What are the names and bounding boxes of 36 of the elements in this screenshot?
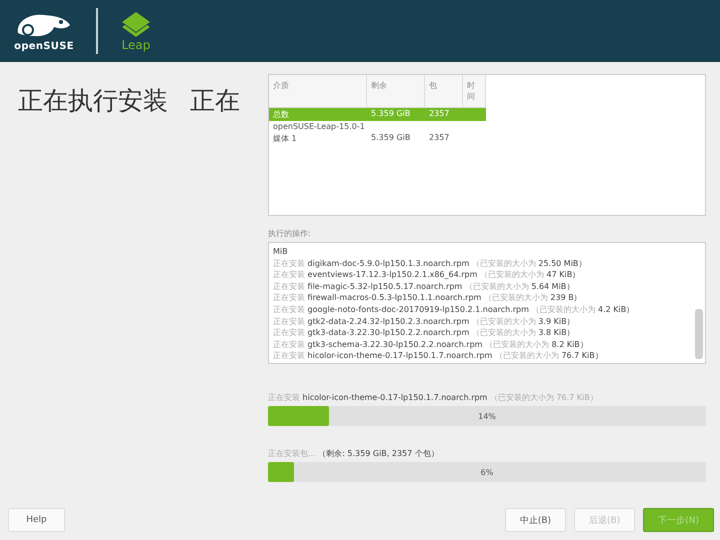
scrollbar-thumb[interactable] xyxy=(695,309,703,359)
table-cell-text: 总数 xyxy=(272,109,290,121)
log-line: 正在安装 gtk3-schema-3.22.30-lp150.2.2.noarch.rpm （已安装的大小为 8.2 KiB） xyxy=(273,338,589,350)
page-title: 正在执行安装 xyxy=(18,85,168,117)
table-row[interactable]: openSUSE-Leap-15.0-1 xyxy=(269,121,486,132)
table-cell-text: 5.359 GiB xyxy=(370,108,412,120)
table-row[interactable]: 总数 5.359 GiB 2357 xyxy=(269,108,486,121)
product-name: Leap xyxy=(122,38,150,52)
table-cell-text: 2357 xyxy=(428,132,450,144)
table-cell-text: openSUSE-Leap-15.0-1 xyxy=(272,121,366,132)
help-button[interactable]: Help xyxy=(8,508,65,532)
progress-reading: 14% xyxy=(478,412,496,420)
log-line: 正在安装 eventviews-17.12.3-lp150.2.1.x86_64.rpm （已安装的大小为 47 KiB） xyxy=(273,269,582,281)
log-line: 正在安装 hicolor-icon-theme-0.17-lp150.1.7.noarch.rpm （已安装的大小为 76.7 KiB） xyxy=(273,350,604,362)
column-header[interactable]: 介质 xyxy=(269,75,367,108)
brand-name: openSUSE xyxy=(14,40,74,52)
log-line: 正在安装 digikam-doc-5.9.0-lp150.1.3.noarch.rpm （已安装的大小为 25.50 MiB） xyxy=(273,258,588,270)
page-title: 正在 xyxy=(190,85,240,117)
table-cell-text: 媒体 1 xyxy=(272,133,298,145)
log-line: 正在安装 gtk2-data-2.24.32-lp150.2.3.noarch.rpm （已安装的大小为 3.9 KiB） xyxy=(273,316,576,328)
log-line: 正在安装 gtk3-data-3.22.30-lp150.2.2.noarch.rpm （已安装的大小为 3.8 KiB） xyxy=(273,327,576,339)
table-cell-text: 2357 xyxy=(428,108,450,120)
log-line: 正在安装 firewall-macros-0.5.3-lp150.1.1.noarch.rpm （已安装的大小为 239 B） xyxy=(273,292,583,304)
log-label: 执行的操作: xyxy=(268,228,312,239)
log-line: 正在安装 google-noto-fonts-doc-20170919-lp150.2.1.noarch.rpm （已安装的大小为 4.2 KiB） xyxy=(273,304,636,316)
table-cell-text: 5.359 GiB xyxy=(370,132,412,144)
table-row[interactable]: 媒体 1 5.359 GiB 2357 xyxy=(269,132,486,145)
log-line: MiB xyxy=(273,246,289,258)
progress-label: 正在安装包... （剩余: 5.359 GiB, 2357 个包） xyxy=(268,448,440,459)
column-header[interactable]: 时间 xyxy=(463,75,486,108)
column-header[interactable]: 剩余 xyxy=(367,75,425,108)
footer-button[interactable]: 中止(B) xyxy=(504,508,566,532)
column-header[interactable]: 包 xyxy=(425,75,463,108)
log-line: 正在安装 file-magic-5.32-lp150.5.17.noarch.rpm （已安装的大小为 5.64 MiB） xyxy=(273,280,576,292)
progress-label: 正在安装 hicolor-icon-theme-0.17-lp150.1.7.noarch.rpm （已安装的大小为 76.7 KiB） xyxy=(268,392,599,403)
progress-reading: 6% xyxy=(480,468,494,476)
